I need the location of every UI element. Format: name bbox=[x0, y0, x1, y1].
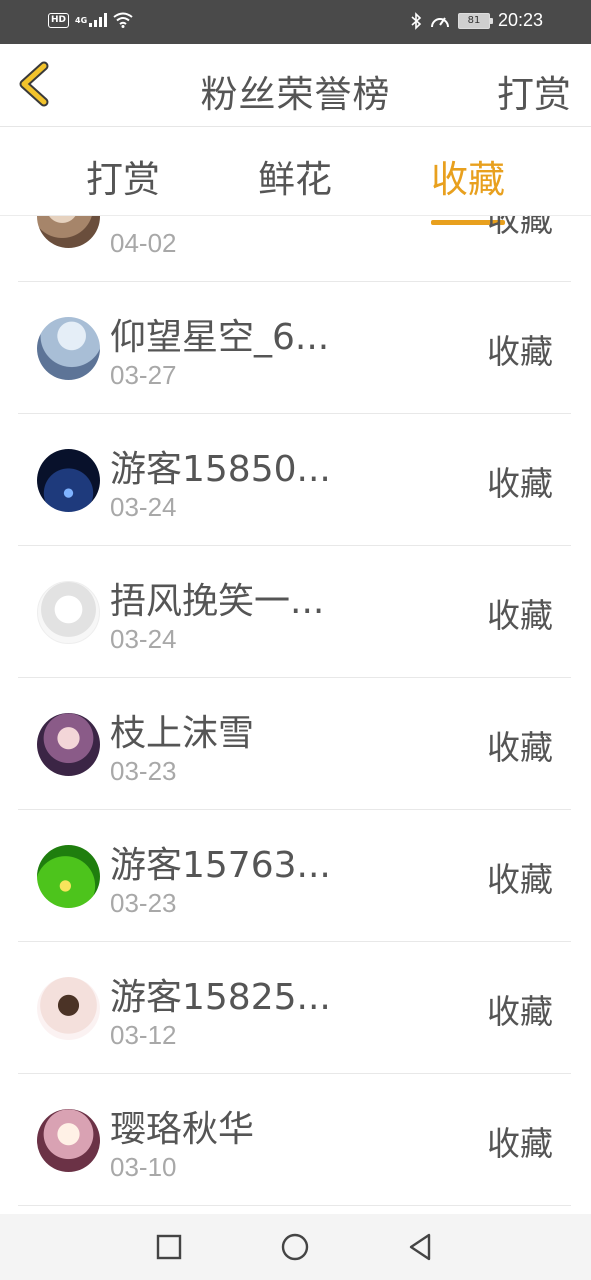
collect-label: 收藏 bbox=[487, 596, 553, 635]
tab-collect[interactable]: 收藏 bbox=[431, 149, 505, 225]
fan-date: 03-23 bbox=[110, 888, 177, 918]
fan-name: 仰望星空_6... bbox=[110, 317, 330, 358]
back-triangle-icon[interactable] bbox=[405, 1231, 437, 1263]
status-right: 81 20:23 bbox=[410, 10, 543, 31]
recent-apps-icon[interactable] bbox=[153, 1231, 185, 1263]
list-item[interactable]: 游客15850... 03-24 收藏 bbox=[0, 414, 591, 546]
battery-level: 81 bbox=[467, 15, 481, 26]
avatar bbox=[37, 449, 100, 512]
fan-name: 捂风挽笑一... bbox=[110, 581, 325, 622]
title-bar: 粉丝荣誉榜 打赏 bbox=[0, 44, 591, 127]
avatar bbox=[37, 713, 100, 776]
status-bar: HD 4G 81 20:23 bbox=[0, 0, 591, 44]
home-icon[interactable] bbox=[279, 1231, 311, 1263]
avatar bbox=[37, 317, 100, 380]
status-time: 20:23 bbox=[497, 10, 543, 30]
fan-date: 03-23 bbox=[110, 756, 177, 786]
collect-label: 收藏 bbox=[487, 728, 553, 767]
tab-collect-label: 收藏 bbox=[431, 158, 505, 201]
fan-list[interactable]: 04-02 收藏 仰望星空_6... 03-27 收藏 游客15850... 0… bbox=[0, 216, 591, 1214]
system-nav-bar bbox=[0, 1214, 591, 1280]
list-item[interactable]: 璎珞秋华 03-10 收藏 bbox=[0, 1074, 591, 1206]
fan-date: 03-10 bbox=[110, 1152, 177, 1182]
status-left: HD 4G bbox=[48, 12, 133, 28]
avatar bbox=[37, 581, 100, 644]
collect-label: 收藏 bbox=[487, 216, 553, 239]
avatar bbox=[37, 977, 100, 1040]
avatar bbox=[37, 845, 100, 908]
collect-label: 收藏 bbox=[487, 332, 553, 371]
bluetooth-icon bbox=[411, 11, 422, 30]
fan-date: 03-27 bbox=[110, 360, 177, 390]
list-item[interactable]: 枝上沫雪 03-23 收藏 bbox=[0, 678, 591, 810]
fan-date: 03-24 bbox=[110, 624, 177, 654]
list-item[interactable]: 仰望星空_6... 03-27 收藏 bbox=[0, 282, 591, 414]
list-item[interactable]: 捂风挽笑一... 03-24 收藏 bbox=[0, 546, 591, 678]
collect-label: 收藏 bbox=[487, 464, 553, 503]
wifi-icon bbox=[113, 12, 133, 28]
list-item[interactable]: 游客15763... 03-23 收藏 bbox=[0, 810, 591, 942]
fan-name: 枝上沫雪 bbox=[110, 713, 255, 754]
fan-date: 03-12 bbox=[110, 1020, 177, 1050]
hd-badge: HD bbox=[48, 12, 70, 28]
avatar bbox=[37, 1109, 100, 1172]
signal-icon bbox=[89, 13, 108, 27]
collect-label: 收藏 bbox=[487, 992, 553, 1031]
list-item[interactable]: 04-02 收藏 bbox=[0, 216, 591, 282]
fan-name: 璎珞秋华 bbox=[110, 1109, 255, 1150]
fan-date: 03-24 bbox=[110, 492, 177, 522]
list-item[interactable]: 游客15825... 03-12 收藏 bbox=[0, 942, 591, 1074]
fan-name: 游客15850... bbox=[110, 449, 331, 490]
speed-icon bbox=[430, 16, 449, 27]
tab-flowers[interactable]: 鲜花 bbox=[258, 149, 332, 203]
tab-bar: 打赏 鲜花 收藏 bbox=[0, 127, 591, 225]
reward-button[interactable]: 打赏 bbox=[497, 64, 571, 118]
avatar bbox=[37, 216, 100, 248]
collect-label: 收藏 bbox=[487, 860, 553, 899]
fan-name: 游客15763... bbox=[110, 845, 331, 886]
battery-icon: 81 bbox=[457, 12, 493, 29]
tab-reward[interactable]: 打赏 bbox=[86, 149, 160, 203]
collect-label: 收藏 bbox=[487, 1124, 553, 1163]
fan-date: 04-02 bbox=[110, 228, 177, 258]
fan-name: 游客15825... bbox=[110, 977, 331, 1018]
network-type: 4G bbox=[75, 15, 88, 25]
